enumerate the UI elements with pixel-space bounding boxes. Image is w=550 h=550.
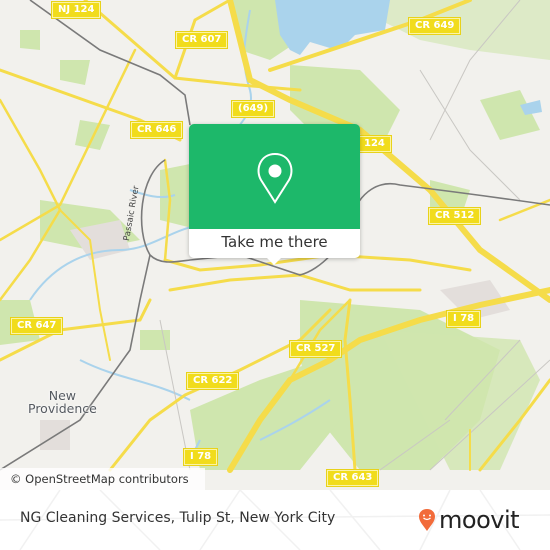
footer: NG Cleaning Services, Tulip St, New York… bbox=[0, 490, 550, 550]
location-popup: Take me there bbox=[189, 124, 360, 265]
moovit-pin-icon bbox=[419, 509, 435, 531]
place-label-new-providence: New Providence bbox=[28, 388, 97, 416]
take-me-there-button[interactable]: Take me there bbox=[189, 229, 360, 258]
map[interactable]: NJ 124 CR 607 CR 649 (649) CR 646 124 CR… bbox=[0, 0, 550, 490]
road-label-cr527: CR 527 bbox=[290, 341, 342, 357]
road-label-i78-south: I 78 bbox=[184, 449, 218, 465]
road-label-cr607: CR 607 bbox=[176, 32, 228, 48]
road-label-cr643: CR 643 bbox=[327, 470, 379, 486]
road-label-cr512: CR 512 bbox=[429, 208, 481, 224]
place-title: NG Cleaning Services, Tulip St, New York… bbox=[20, 510, 336, 526]
road-label-649: (649) bbox=[232, 101, 275, 117]
road-label-cr646: CR 646 bbox=[131, 122, 183, 138]
moovit-logo[interactable]: moovit bbox=[418, 502, 520, 538]
map-attribution[interactable]: © OpenStreetMap contributors bbox=[0, 468, 205, 490]
road-label-cr622: CR 622 bbox=[187, 373, 239, 389]
road-label-cr649: CR 649 bbox=[409, 18, 461, 34]
road-label-nj124-mid: 124 bbox=[358, 136, 391, 152]
road-label-nj124-top: NJ 124 bbox=[52, 2, 101, 18]
road-label-i78-east: I 78 bbox=[447, 311, 481, 327]
moovit-wordmark: moovit bbox=[439, 506, 520, 534]
road-label-cr647: CR 647 bbox=[11, 318, 63, 334]
map-pin-icon bbox=[257, 152, 293, 204]
